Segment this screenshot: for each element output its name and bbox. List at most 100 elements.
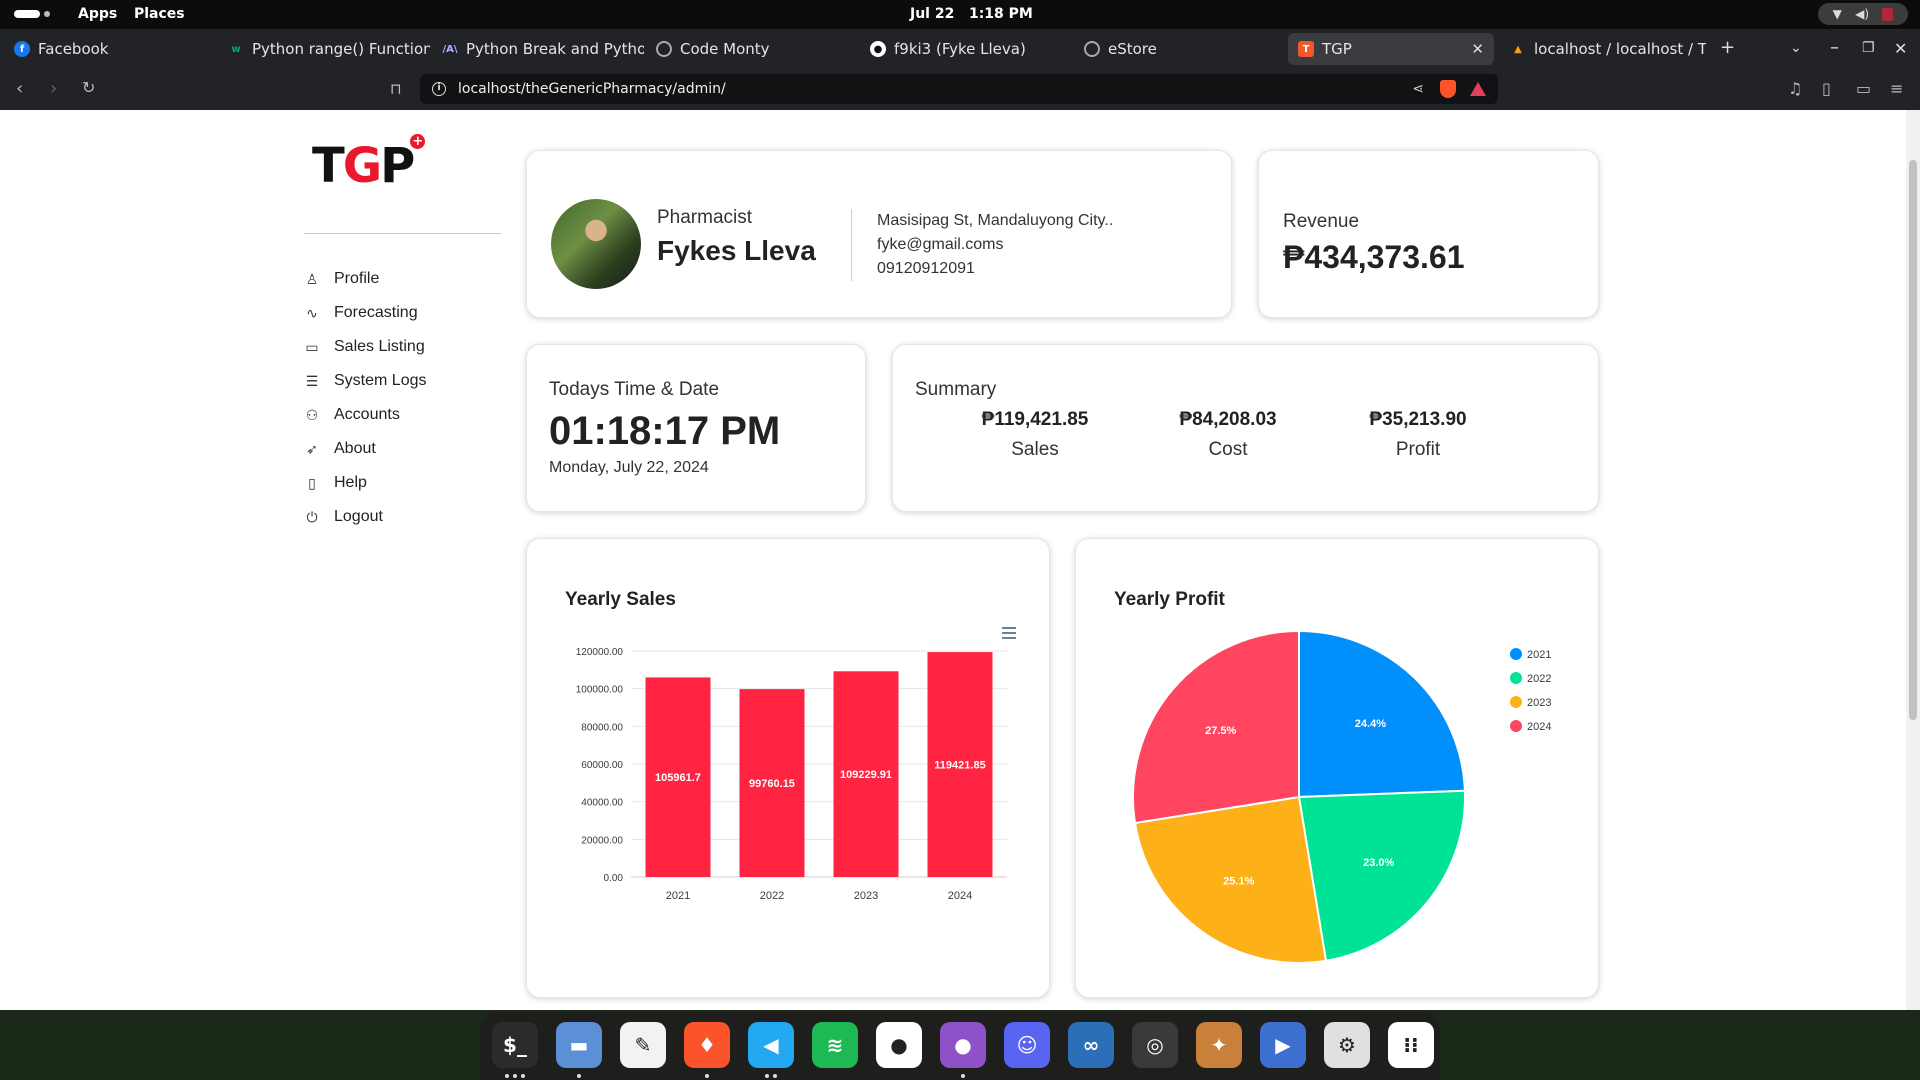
tab-label: f9ki3 (Fyke Lleva)	[894, 40, 1026, 58]
browser-toolbar: ‹ › ↻ ⊓ i localhost/theGenericPharmacy/a…	[0, 69, 1920, 110]
page-scrollbar[interactable]	[1906, 110, 1920, 1010]
tab-tgp[interactable]: T TGP ✕	[1288, 33, 1494, 65]
back-icon[interactable]: ‹	[16, 78, 23, 99]
ticket-icon: ▭	[305, 338, 319, 355]
x-tick-label: 2024	[948, 890, 972, 902]
w3-icon: w	[231, 43, 241, 55]
address-bar[interactable]: i localhost/theGenericPharmacy/admin/ ⋖	[420, 74, 1498, 104]
legend-label: 2022	[1527, 673, 1551, 685]
bookmark-icon[interactable]: ⊓	[390, 80, 402, 98]
logo-plus-badge: +	[410, 134, 426, 149]
github-desktop-icon[interactable]: ●	[940, 1022, 986, 1068]
brave-icon[interactable]: ♦	[684, 1022, 730, 1068]
spotify-icon[interactable]: ≋	[812, 1022, 858, 1068]
sublime-merge-icon[interactable]: ▶	[1260, 1022, 1306, 1068]
browser-menu-icon[interactable]: ≡	[1890, 79, 1903, 98]
time-card-label: Todays Time & Date	[549, 379, 720, 400]
tab-github-profile[interactable]: ● f9ki3 (Fyke Lleva)	[860, 33, 1072, 65]
minimize-icon[interactable]: –	[1830, 37, 1839, 58]
maximize-icon[interactable]: ❐	[1862, 40, 1875, 56]
phpmyadmin-icon: ▲	[1514, 43, 1522, 55]
forward-icon[interactable]: ›	[50, 78, 57, 99]
sidebar-item-sales-listing[interactable]: ▭ Sales Listing	[304, 330, 426, 364]
close-window-icon[interactable]: ✕	[1894, 39, 1907, 58]
new-tab-icon[interactable]: +	[1720, 37, 1735, 58]
app-grid-icon[interactable]: ⁝⁝	[1388, 1022, 1434, 1068]
terminal-icon[interactable]: $_	[492, 1022, 538, 1068]
sidebar-item-help[interactable]: ▯ Help	[304, 466, 426, 500]
steam-icon[interactable]: ∞	[1068, 1022, 1114, 1068]
address-url[interactable]: localhost/theGenericPharmacy/admin/	[458, 81, 726, 97]
profile-phone: 09120912091	[877, 260, 975, 277]
legend-label: 2023	[1527, 697, 1551, 709]
profile-address: Masisipag St, Mandaluyong City..	[877, 212, 1114, 229]
tgp-logo[interactable]: TGP +	[312, 134, 426, 194]
sidebar-item-profile[interactable]: ♙ Profile	[304, 262, 426, 296]
chicken-game-icon[interactable]: ✦	[1196, 1022, 1242, 1068]
yearly-profit-chart: 24.4% 23.0% 25.1% 27.5% 2021 2022 2023 2024	[1132, 629, 1551, 964]
summary-sales: ₱119,421.85 Sales	[981, 409, 1089, 460]
tab-label: Facebook	[38, 40, 109, 58]
browser-tab-bar: f Facebook w Python range() Function /A\…	[0, 29, 1920, 69]
hamburger-icon[interactable]	[1002, 627, 1016, 639]
running-indicator	[705, 1074, 709, 1078]
tab-phpmyadmin[interactable]: ▲ localhost / localhost / Ti	[1500, 33, 1706, 65]
activity-icon: ∿	[306, 304, 318, 321]
tab-python-break[interactable]: /A\ Python Break and Python	[432, 33, 644, 65]
pie-value-label: 27.5%	[1205, 725, 1236, 737]
tab-estore[interactable]: eStore	[1074, 33, 1286, 65]
running-indicator	[577, 1074, 581, 1078]
github-icon[interactable]: ●	[876, 1022, 922, 1068]
tab-facebook[interactable]: f Facebook	[4, 33, 216, 65]
running-indicator	[961, 1074, 965, 1078]
places-menu[interactable]: Places	[134, 6, 185, 22]
sidebar-item-forecasting[interactable]: ∿ Forecasting	[304, 296, 426, 330]
time-date-card: Todays Time & Date 01:18:17 PM Monday, J…	[526, 344, 866, 512]
obs-icon[interactable]: ◎	[1132, 1022, 1178, 1068]
hamburger-line	[1002, 627, 1016, 629]
site-info-icon[interactable]: i	[432, 82, 446, 96]
reload-icon[interactable]: ↻	[82, 78, 95, 97]
tab-search-chevron-icon[interactable]: ⌄	[1790, 40, 1802, 56]
scrollbar-thumb[interactable]	[1909, 160, 1917, 720]
text-editor-icon[interactable]: ✎	[620, 1022, 666, 1068]
system-status-menu[interactable]: ▼ ◀)	[1818, 3, 1908, 25]
close-tab-icon[interactable]: ✕	[1471, 40, 1484, 58]
legend-marker	[1510, 696, 1522, 708]
pie-value-label: 25.1%	[1223, 875, 1254, 887]
yearly-sales-chart: 0.00 20000.00 40000.00 60000.00 80000.00 1000…	[576, 627, 1016, 902]
y-tick-label: 60000.00	[581, 760, 623, 771]
facebook-icon: f	[14, 41, 30, 57]
revenue-card: Revenue ₱434,373.61	[1258, 150, 1599, 318]
discord-icon[interactable]: ☺	[1004, 1022, 1050, 1068]
sidebar-item-accounts[interactable]: ⚇ Accounts	[304, 398, 426, 432]
brave-shields-icon[interactable]	[1440, 80, 1456, 98]
vscode-icon[interactable]: ◀	[748, 1022, 794, 1068]
media-icon[interactable]: ♫	[1788, 79, 1802, 98]
x-tick-label: 2021	[666, 890, 690, 902]
profile-role: Pharmacist	[657, 207, 753, 228]
wallet-icon[interactable]: ▭	[1856, 79, 1871, 98]
tab-label: Code Monty	[680, 40, 770, 58]
system-clock[interactable]: Jul 22 1:18 PM	[910, 6, 1033, 22]
sidebar-item-system-logs[interactable]: ☰ System Logs	[304, 364, 427, 398]
running-indicator	[513, 1074, 517, 1078]
legend-label: 2021	[1527, 649, 1551, 661]
sidebar-item-about[interactable]: ➶ About	[304, 432, 426, 466]
admin-dashboard-page: TGP + ♙ Profile ∿ Forecasting ▭ Sales Listi…	[0, 110, 1920, 1010]
tab-python-range[interactable]: w Python range() Function	[218, 33, 430, 65]
revenue-label: Revenue	[1283, 211, 1360, 232]
pie-value-label: 24.4%	[1355, 718, 1386, 730]
sidebar-toggle-icon[interactable]: ▯	[1822, 79, 1831, 98]
book-icon: ▯	[308, 474, 316, 491]
settings-icon[interactable]: ⚙	[1324, 1022, 1370, 1068]
apps-menu[interactable]: Apps	[78, 6, 117, 22]
summary-profit: ₱35,213.90 Profit	[1369, 409, 1467, 460]
share-icon[interactable]: ⋖	[1412, 81, 1424, 97]
sidebar-item-logout[interactable]: ⏻ Logout	[304, 500, 426, 534]
tab-code-monty[interactable]: Code Monty	[646, 33, 858, 65]
brave-rewards-icon[interactable]	[1470, 82, 1486, 96]
profile-divider	[851, 209, 852, 281]
activities-indicator[interactable]	[14, 10, 50, 18]
files-icon[interactable]: ▬	[556, 1022, 602, 1068]
